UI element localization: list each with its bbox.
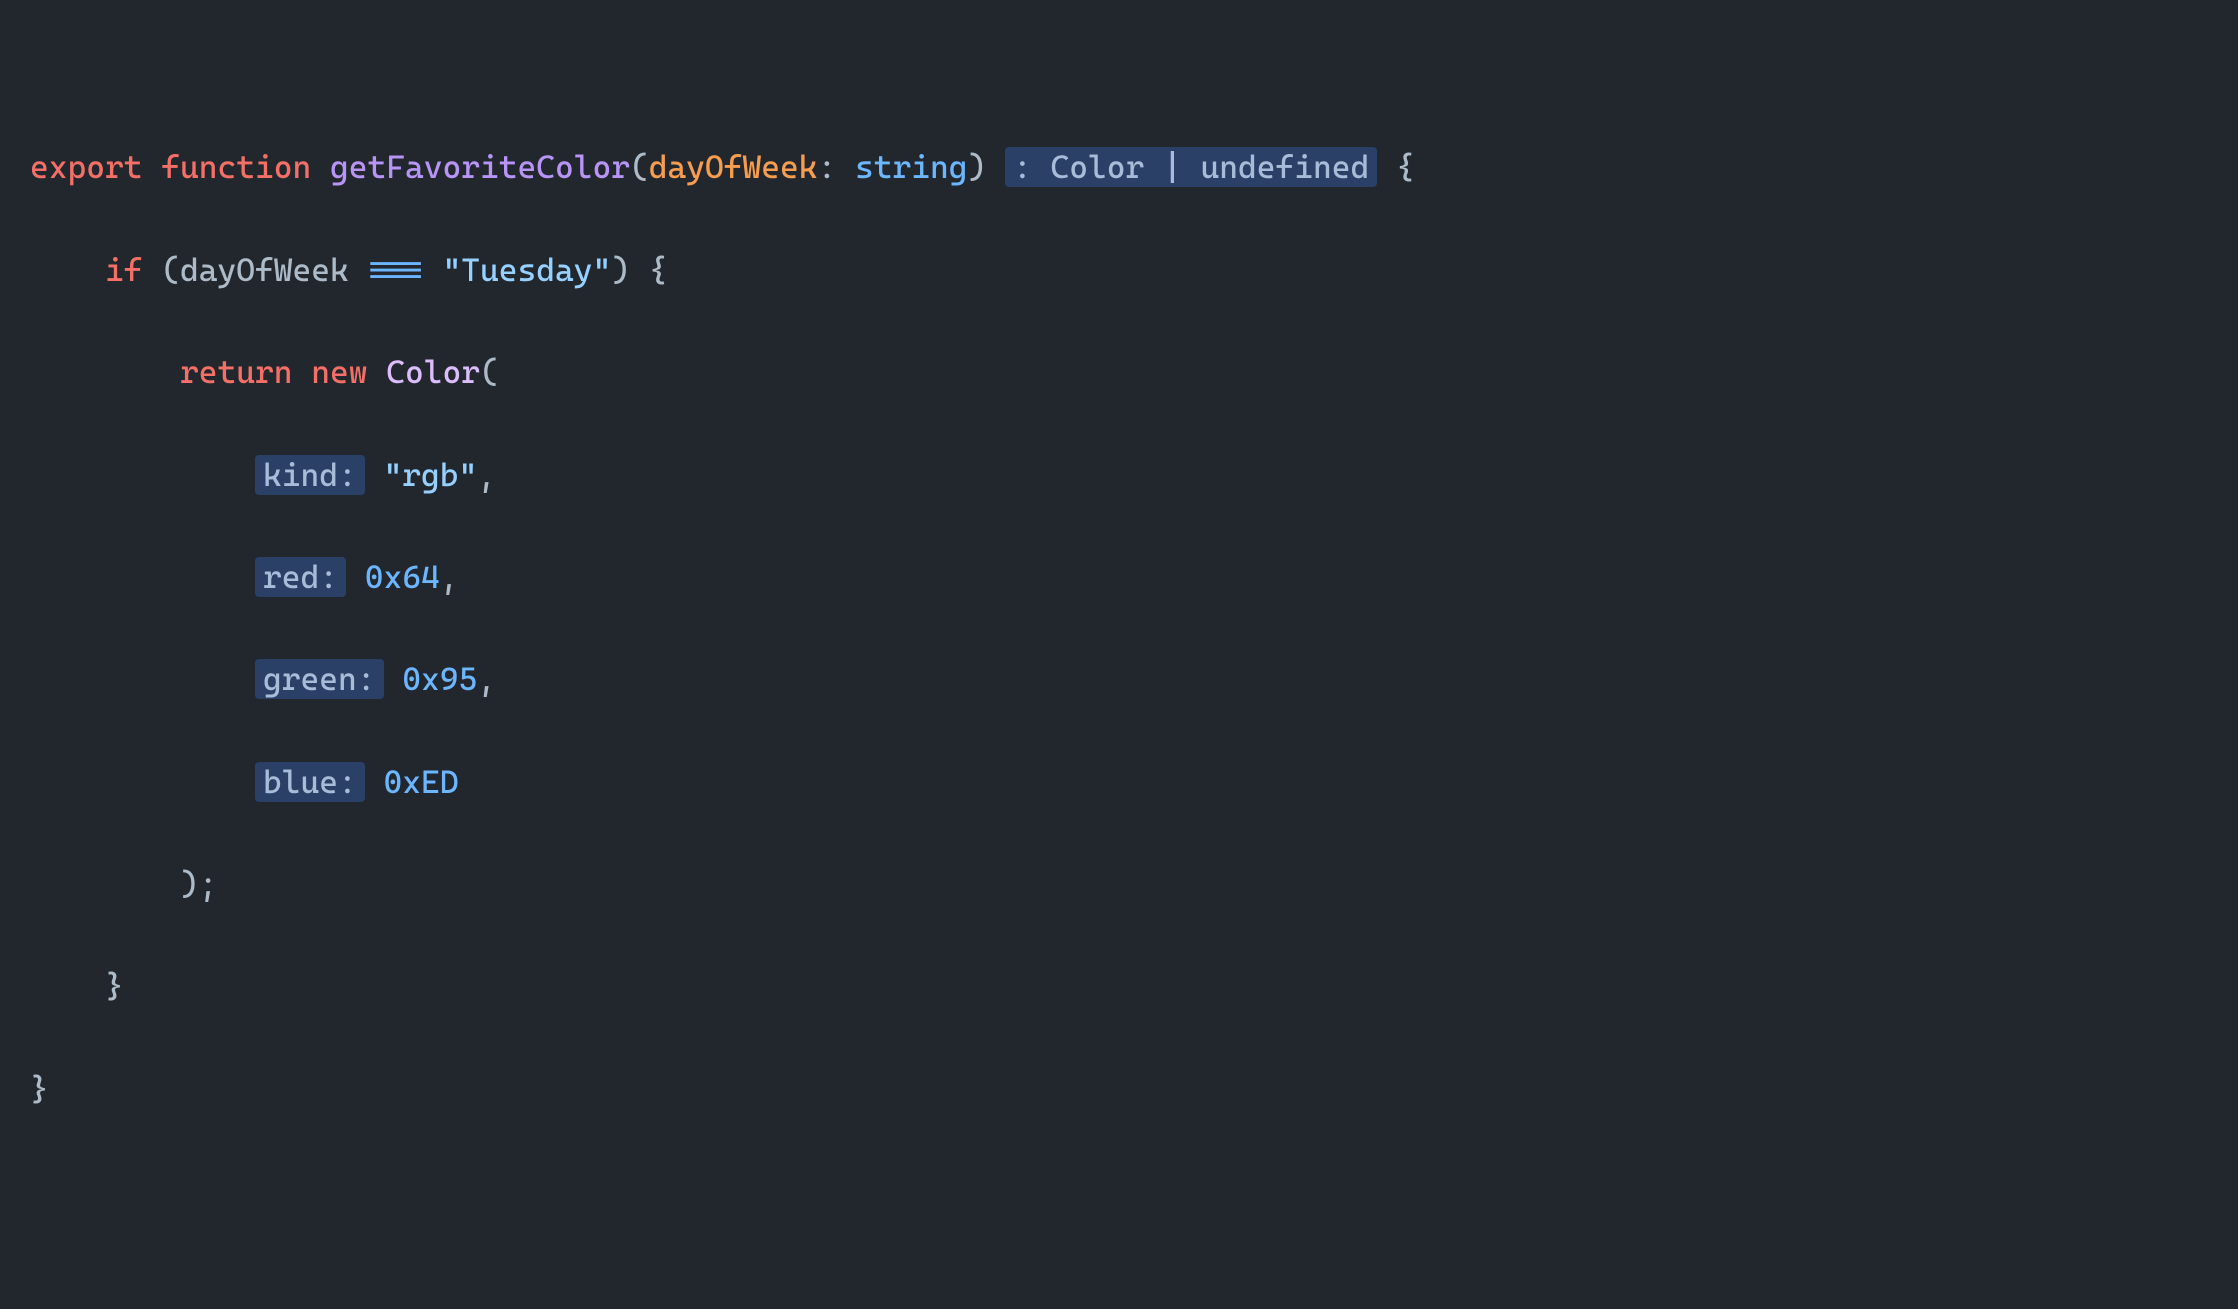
- keyword-export: export: [30, 148, 143, 186]
- comma: ,: [477, 660, 496, 698]
- number-literal: 0x64: [365, 558, 440, 596]
- keyword-if: if: [105, 251, 143, 289]
- code-line: }: [30, 961, 2208, 1012]
- inlay-hint-param: green:: [255, 659, 384, 699]
- inlay-hint-param: blue:: [255, 762, 365, 802]
- operator-equals: ===: [368, 251, 424, 289]
- brace-open: {: [649, 251, 668, 289]
- number-literal: 0x95: [402, 660, 477, 698]
- type-annotation: string: [855, 148, 968, 186]
- number-literal: 0xED: [384, 763, 459, 801]
- inlay-hint-return-type: : Color | undefined: [1005, 147, 1377, 187]
- paren-close: ): [611, 251, 630, 289]
- code-line: }: [30, 1064, 2208, 1115]
- inlay-hint-param: kind:: [255, 455, 365, 495]
- paren-open: (: [630, 148, 649, 186]
- variable: dayOfWeek: [180, 251, 349, 289]
- string-literal: "rgb": [384, 456, 478, 494]
- string-literal: "Tuesday": [443, 251, 612, 289]
- code-line: );: [30, 859, 2208, 910]
- keyword-new: new: [311, 353, 367, 391]
- code-line: if (dayOfWeek === "Tuesday") {: [30, 245, 2208, 296]
- keyword-return: return: [180, 353, 293, 391]
- inlay-hint-param: red:: [255, 557, 346, 597]
- code-line: export function getFavoriteColor(dayOfWe…: [30, 142, 2208, 193]
- code-line: return new Color(: [30, 347, 2208, 398]
- semicolon: ;: [199, 865, 218, 903]
- code-editor[interactable]: export function getFavoriteColor(dayOfWe…: [30, 142, 2208, 1115]
- brace-close: }: [30, 1070, 49, 1108]
- brace-close: }: [105, 967, 124, 1005]
- colon: :: [818, 148, 837, 186]
- code-line: kind: "rgb",: [30, 450, 2208, 501]
- brace-open: {: [1396, 148, 1415, 186]
- paren-open: (: [161, 251, 180, 289]
- comma: ,: [477, 456, 496, 494]
- paren-open: (: [480, 353, 499, 391]
- paren-close: ): [968, 148, 987, 186]
- function-name: getFavoriteColor: [330, 148, 630, 186]
- code-line: blue: 0xED: [30, 757, 2208, 808]
- code-line: green: 0x95,: [30, 654, 2208, 705]
- keyword-function: function: [161, 148, 311, 186]
- comma: ,: [440, 558, 459, 596]
- code-line: red: 0x64,: [30, 552, 2208, 603]
- constructor-name: Color: [386, 353, 480, 391]
- param-name: dayOfWeek: [649, 148, 818, 186]
- paren-close: ): [180, 865, 199, 903]
